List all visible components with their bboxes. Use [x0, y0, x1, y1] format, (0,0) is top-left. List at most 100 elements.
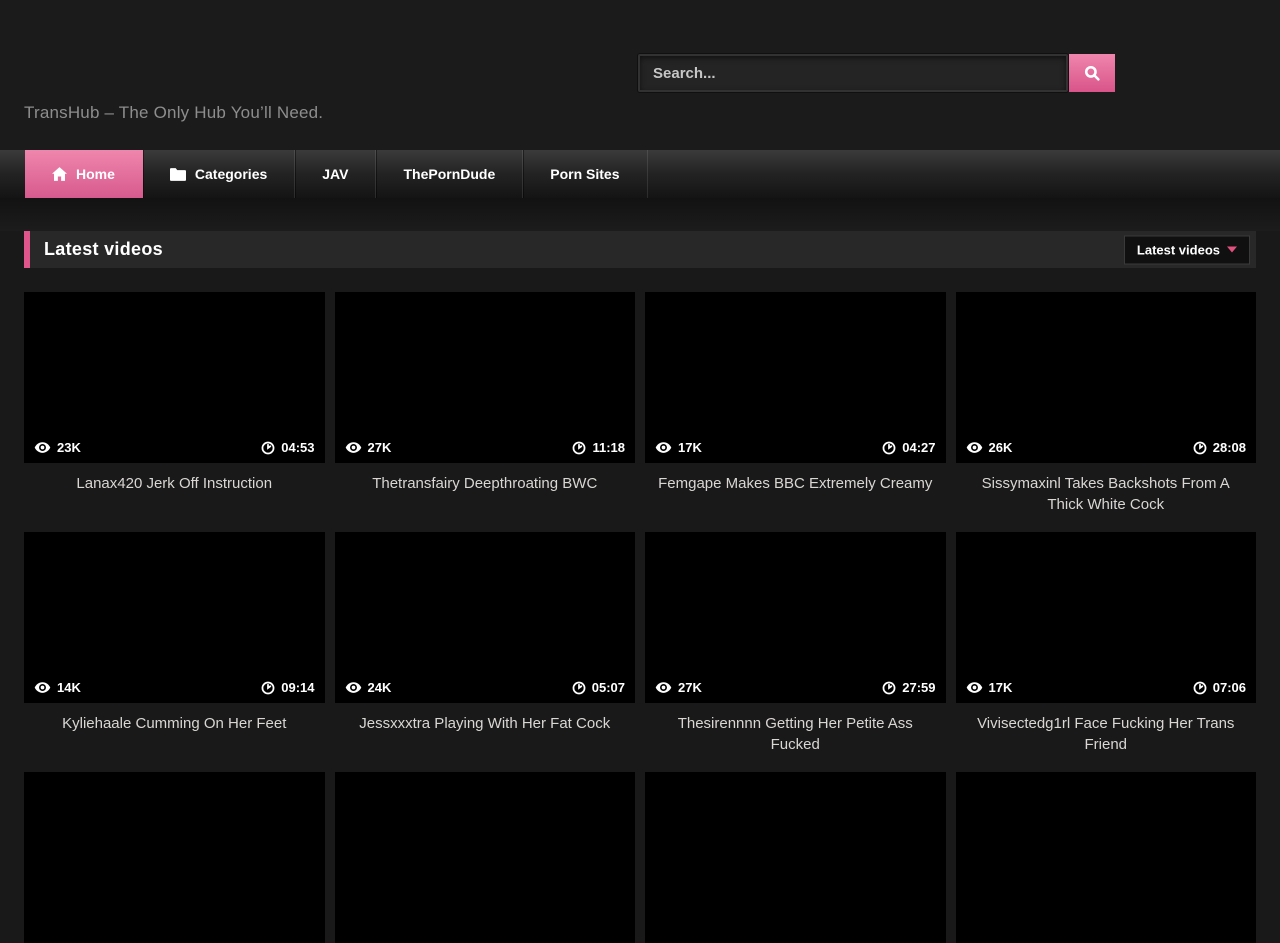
eye-icon: [34, 681, 51, 694]
duration-stat: 04:27: [882, 440, 935, 455]
video-card[interactable]: 24K 05:07 Jessxxxtra Playing With Her Fa…: [335, 532, 636, 772]
video-thumbnail[interactable]: 17K 04:27: [645, 292, 946, 463]
main-nav: Home Categories JAV ThePornDude Porn Sit…: [0, 150, 1280, 198]
video-thumbnail[interactable]: 17K 07:06: [956, 532, 1257, 703]
views-count: 17K: [989, 680, 1013, 695]
video-thumbnail[interactable]: [24, 772, 325, 943]
video-thumbnail[interactable]: 27K 11:18: [335, 292, 636, 463]
video-card[interactable]: [645, 772, 946, 943]
eye-icon: [655, 681, 672, 694]
video-title[interactable]: Lanax420 Jerk Off Instruction: [24, 463, 325, 532]
duration-stat: 05:07: [572, 680, 625, 695]
video-card[interactable]: 27K 11:18 Thetransfairy Deepthroating BW…: [335, 292, 636, 532]
clock-icon: [261, 441, 275, 455]
views-stat: 23K: [34, 440, 81, 455]
video-card[interactable]: [956, 772, 1257, 943]
video-card[interactable]: 26K 28:08 Sissymaxinl Takes Backshots Fr…: [956, 292, 1257, 532]
eye-icon: [345, 441, 362, 454]
home-icon: [52, 167, 67, 181]
duration-stat: 11:18: [572, 440, 625, 455]
search-input[interactable]: [638, 54, 1068, 92]
nav-item-label: ThePornDude: [403, 166, 495, 182]
eye-icon: [345, 681, 362, 694]
video-stats: 17K 04:27: [645, 432, 946, 463]
video-thumbnail[interactable]: 23K 04:53: [24, 292, 325, 463]
video-title[interactable]: Kyliehaale Cumming On Her Feet: [24, 703, 325, 772]
video-thumbnail[interactable]: 26K 28:08: [956, 292, 1257, 463]
video-title[interactable]: Femgape Makes BBC Extremely Creamy: [645, 463, 946, 532]
duration-value: 28:08: [1213, 440, 1246, 455]
duration-value: 05:07: [592, 680, 625, 695]
clock-icon: [1193, 441, 1207, 455]
duration-value: 11:18: [592, 440, 625, 455]
video-card[interactable]: 23K 04:53 Lanax420 Jerk Off Instruction: [24, 292, 325, 532]
views-count: 27K: [368, 440, 392, 455]
eye-icon: [966, 681, 983, 694]
video-card[interactable]: 17K 07:06 Vivisectedg1rl Face Fucking He…: [956, 532, 1257, 772]
video-thumbnail[interactable]: [956, 772, 1257, 943]
views-count: 23K: [57, 440, 81, 455]
video-card[interactable]: [335, 772, 636, 943]
views-count: 26K: [989, 440, 1013, 455]
sort-dropdown[interactable]: Latest videos: [1124, 235, 1250, 264]
sort-dropdown-label: Latest videos: [1137, 242, 1220, 257]
video-grid: 23K 04:53 Lanax420 Jerk Off Instruction: [24, 292, 1256, 943]
eye-icon: [966, 441, 983, 454]
video-title[interactable]: Sissymaxinl Takes Backshots From A Thick…: [956, 463, 1257, 532]
views-stat: 24K: [345, 680, 392, 695]
video-card[interactable]: 27K 27:59 Thesirennnn Getting Her Petite…: [645, 532, 946, 772]
duration-value: 04:27: [902, 440, 935, 455]
video-thumbnail[interactable]: 14K 09:14: [24, 532, 325, 703]
clock-icon: [572, 681, 586, 695]
duration-stat: 28:08: [1193, 440, 1246, 455]
clock-icon: [1193, 681, 1207, 695]
nav-item-home[interactable]: Home: [25, 150, 143, 198]
search-button[interactable]: [1069, 54, 1115, 92]
duration-value: 07:06: [1213, 680, 1246, 695]
nav-item-theporndude[interactable]: ThePornDude: [376, 150, 523, 198]
video-title[interactable]: Thetransfairy Deepthroating BWC: [335, 463, 636, 532]
duration-value: 04:53: [281, 440, 314, 455]
video-card[interactable]: 17K 04:27 Femgape Makes BBC Extremely Cr…: [645, 292, 946, 532]
views-count: 14K: [57, 680, 81, 695]
site-tagline: TransHub – The Only Hub You’ll Need.: [24, 103, 323, 123]
video-title[interactable]: Vivisectedg1rl Face Fucking Her Trans Fr…: [956, 703, 1257, 772]
caret-down-icon: [1227, 247, 1237, 253]
video-thumbnail[interactable]: 24K 05:07: [335, 532, 636, 703]
video-card[interactable]: [24, 772, 325, 943]
duration-stat: 09:14: [261, 680, 314, 695]
nav-item-label: Home: [76, 166, 115, 182]
eye-icon: [655, 441, 672, 454]
nav-item-porn-sites[interactable]: Porn Sites: [523, 150, 647, 198]
nav-item-jav[interactable]: JAV: [295, 150, 376, 198]
duration-value: 27:59: [902, 680, 935, 695]
views-stat: 14K: [34, 680, 81, 695]
video-thumbnail[interactable]: [645, 772, 946, 943]
duration-stat: 27:59: [882, 680, 935, 695]
section-accent-bar: [24, 231, 30, 268]
nav-item-label: Porn Sites: [550, 166, 619, 182]
video-stats: 14K 09:14: [24, 672, 325, 703]
video-title[interactable]: Thesirennnn Getting Her Petite Ass Fucke…: [645, 703, 946, 772]
nav-item-categories[interactable]: Categories: [143, 150, 295, 198]
section-bar: Latest videos Latest videos: [24, 231, 1256, 268]
folder-icon: [170, 168, 186, 181]
video-stats: 23K 04:53: [24, 432, 325, 463]
views-count: 24K: [368, 680, 392, 695]
views-stat: 27K: [655, 680, 702, 695]
views-count: 17K: [678, 440, 702, 455]
video-card[interactable]: 14K 09:14 Kyliehaale Cumming On Her Feet: [24, 532, 325, 772]
video-stats: 17K 07:06: [956, 672, 1257, 703]
clock-icon: [882, 681, 896, 695]
eye-icon: [34, 441, 51, 454]
views-count: 27K: [678, 680, 702, 695]
video-thumbnail[interactable]: 27K 27:59: [645, 532, 946, 703]
video-stats: 27K 27:59: [645, 672, 946, 703]
nav-shadow: [0, 198, 1280, 231]
views-stat: 26K: [966, 440, 1013, 455]
video-title[interactable]: Jessxxxtra Playing With Her Fat Cock: [335, 703, 636, 772]
views-stat: 27K: [345, 440, 392, 455]
video-stats: 26K 28:08: [956, 432, 1257, 463]
nav-item-label: JAV: [322, 166, 348, 182]
video-thumbnail[interactable]: [335, 772, 636, 943]
